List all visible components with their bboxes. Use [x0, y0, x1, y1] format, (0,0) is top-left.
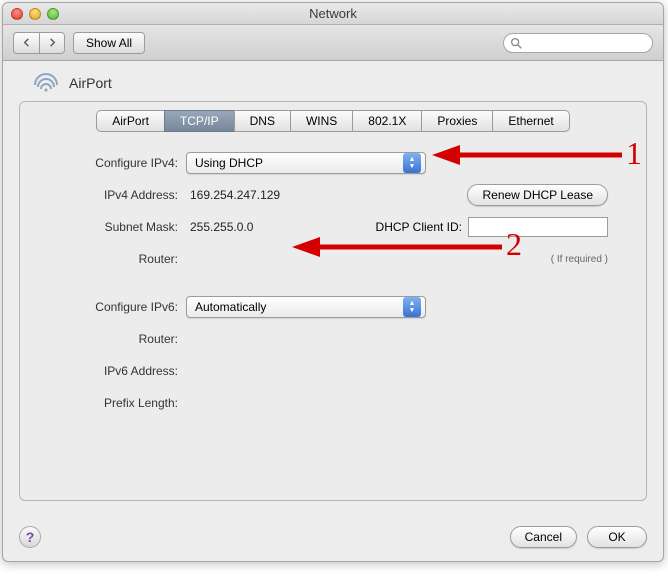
tab-airport[interactable]: AirPort — [96, 110, 164, 132]
window-title: Network — [3, 6, 663, 21]
footer: ? Cancel OK — [3, 513, 663, 561]
airport-icon — [33, 73, 59, 93]
tab-tcpip[interactable]: TCP/IP — [164, 110, 234, 132]
forward-button[interactable] — [39, 32, 65, 54]
popup-arrows-icon: ▲▼ — [403, 153, 421, 173]
pane-title: AirPort — [69, 75, 112, 91]
nav-group — [13, 32, 65, 54]
configure-ipv4-label: Configure IPv4: — [58, 156, 186, 170]
ipv4-address-label: IPv4 Address: — [58, 188, 186, 202]
subnet-mask-label: Subnet Mask: — [58, 220, 186, 234]
ok-button[interactable]: OK — [587, 526, 647, 548]
cancel-button[interactable]: Cancel — [510, 526, 577, 548]
configure-ipv6-value: Automatically — [195, 300, 403, 314]
renew-dhcp-lease-button[interactable]: Renew DHCP Lease — [467, 184, 608, 206]
dhcp-client-id-label: DHCP Client ID: — [376, 220, 462, 234]
show-all-button[interactable]: Show All — [73, 32, 145, 54]
dhcp-client-id-input[interactable] — [468, 217, 608, 237]
annotation-number-1: 1 — [626, 135, 642, 172]
search-icon — [509, 36, 523, 50]
tab-dns[interactable]: DNS — [234, 110, 290, 132]
back-button[interactable] — [13, 32, 39, 54]
configure-ipv4-value: Using DHCP — [195, 156, 403, 170]
chevron-right-icon — [48, 38, 57, 47]
toolbar: Show All — [3, 25, 663, 61]
form-area: Configure IPv4: Using DHCP ▲▼ IPv4 Addre… — [32, 150, 634, 416]
chevron-left-icon — [22, 38, 31, 47]
search-field[interactable] — [503, 33, 653, 53]
tab-proxies[interactable]: Proxies — [421, 110, 492, 132]
dhcp-client-id-note: ( If required ) — [551, 254, 608, 265]
traffic-lights — [11, 8, 59, 20]
close-window-button[interactable] — [11, 8, 23, 20]
help-button[interactable]: ? — [19, 526, 41, 548]
ipv4-address-value: 169.254.247.129 — [186, 188, 280, 202]
ipv6-address-label: IPv6 Address: — [58, 364, 186, 378]
content: AirPort AirPort TCP/IP DNS WINS 802.1X P… — [3, 61, 663, 513]
settings-sheet: AirPort TCP/IP DNS WINS 802.1X Proxies E… — [19, 101, 647, 501]
network-window: Network Show All A — [2, 2, 664, 562]
titlebar: Network — [3, 3, 663, 25]
tab-wins[interactable]: WINS — [290, 110, 352, 132]
minimize-window-button[interactable] — [29, 8, 41, 20]
prefix-length-label: Prefix Length: — [58, 396, 186, 410]
configure-ipv4-popup[interactable]: Using DHCP ▲▼ — [186, 152, 426, 174]
subnet-mask-value: 255.255.0.0 — [186, 220, 253, 234]
configure-ipv6-popup[interactable]: Automatically ▲▼ — [186, 296, 426, 318]
configure-ipv6-label: Configure IPv6: — [58, 300, 186, 314]
tab-bar: AirPort TCP/IP DNS WINS 802.1X Proxies E… — [32, 110, 634, 132]
ipv4-router-label: Router: — [58, 252, 186, 266]
zoom-window-button[interactable] — [47, 8, 59, 20]
tab-ethernet[interactable]: Ethernet — [492, 110, 569, 132]
popup-arrows-icon: ▲▼ — [403, 297, 421, 317]
tab-8021x[interactable]: 802.1X — [352, 110, 421, 132]
annotation-number-2: 2 — [506, 226, 522, 263]
airport-header: AirPort — [33, 73, 647, 93]
ipv6-router-label: Router: — [58, 332, 186, 346]
